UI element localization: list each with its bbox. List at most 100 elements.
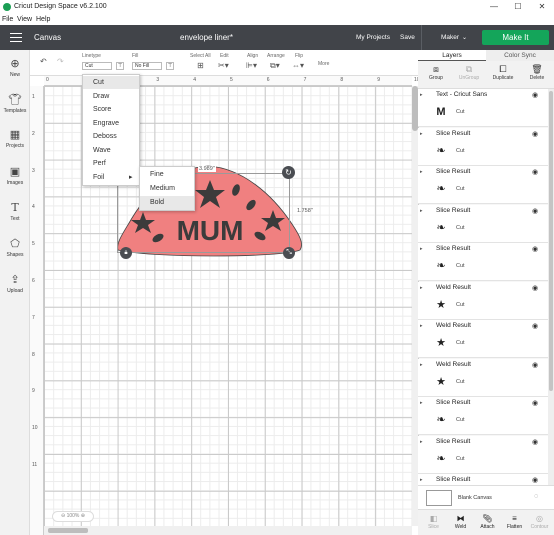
scrollbar-thumb[interactable]: [48, 528, 88, 533]
expand-chevron-icon[interactable]: ▸: [420, 477, 423, 483]
contour-button[interactable]: ◎ Contour: [526, 513, 553, 530]
eye-icon[interactable]: ◉: [532, 438, 538, 446]
edit-icon[interactable]: ✂▾: [218, 61, 229, 70]
layer-row[interactable]: ▸ Slice Result ◉ ❧ Cut: [418, 243, 548, 282]
blank-canvas-row[interactable]: Blank Canvas ◌: [418, 485, 554, 509]
ungroup-button[interactable]: ⧉ UnGroup: [454, 63, 484, 81]
sidebar-item-templates[interactable]: 👕︎ Templates: [0, 94, 30, 114]
tab-color-sync[interactable]: Color Sync: [486, 50, 554, 61]
eye-icon[interactable]: ◉: [532, 322, 538, 330]
foil-option-bold[interactable]: Bold: [140, 196, 194, 210]
layer-row[interactable]: ▸ Slice Result ◉ ❧ Cut: [418, 435, 548, 474]
lock-icon[interactable]: 🔒︎: [120, 247, 132, 259]
canvas-swatch[interactable]: [426, 490, 452, 506]
layer-row[interactable]: ▸ Weld Result ◉ ★ Cut: [418, 281, 548, 320]
eye-icon[interactable]: ◉: [532, 361, 538, 369]
expand-chevron-icon[interactable]: ▸: [420, 285, 423, 291]
layer-row[interactable]: ▸ Slice Result ◉ ❧ Cut: [418, 397, 548, 436]
hamburger-menu-icon[interactable]: [10, 33, 22, 42]
leaf-icon: ❧: [436, 414, 446, 426]
layer-row[interactable]: ▸ Weld Result ◉ ★ Cut: [418, 358, 548, 397]
linetype-option-deboss[interactable]: Deboss: [83, 130, 139, 143]
chevron-down-icon[interactable]: ⌄: [462, 34, 467, 41]
weld-button[interactable]: ⧓ Weld: [447, 513, 474, 530]
canvas-horizontal-scrollbar[interactable]: [44, 526, 412, 535]
linetype-option-engrave[interactable]: Engrave: [83, 117, 139, 130]
expand-chevron-icon[interactable]: ▸: [420, 208, 423, 214]
undo-icon[interactable]: ↶: [40, 57, 47, 66]
layer-row[interactable]: ▸ Weld Result ◉ ★ Cut: [418, 320, 548, 359]
expand-chevron-icon[interactable]: ▸: [420, 362, 423, 368]
layer-row[interactable]: ▸ Slice Result ◉ ❧ Cut: [418, 166, 548, 205]
linetype-option-foil[interactable]: Foil ▸: [83, 171, 139, 184]
linetype-swatch[interactable]: ⊤: [116, 62, 124, 70]
expand-chevron-icon[interactable]: ▸: [420, 131, 423, 137]
foil-option-fine[interactable]: Fine: [140, 168, 194, 182]
eye-icon[interactable]: ◉: [532, 284, 538, 292]
duplicate-button[interactable]: ⧠ Duplicate: [488, 63, 518, 81]
attach-button[interactable]: 📎︎ Attach: [474, 513, 501, 530]
linetype-select[interactable]: Cut: [82, 62, 112, 70]
align-icon[interactable]: ⊫▾: [246, 61, 257, 70]
layer-row[interactable]: ▸ Text - Cricut Sans ◉ M Cut: [418, 89, 548, 128]
delete-button[interactable]: 🗑︎ Delete: [522, 63, 552, 81]
select-all-icon[interactable]: ⊞: [197, 61, 204, 70]
my-projects-button[interactable]: My Projects: [356, 34, 390, 41]
layers-scrollbar[interactable]: [548, 89, 554, 485]
layer-row[interactable]: ▸ Slice Result ◉ ❧ Cut: [418, 127, 548, 166]
sidebar-item-upload[interactable]: ⇪ Upload: [0, 274, 30, 294]
flatten-button[interactable]: ≡ Flatten: [501, 513, 528, 530]
rotate-handle-icon[interactable]: ↻: [282, 166, 295, 179]
expand-chevron-icon[interactable]: ▸: [420, 439, 423, 445]
eye-icon[interactable]: ◉: [532, 168, 538, 176]
fill-swatch[interactable]: ⊤: [166, 62, 174, 70]
tab-layers[interactable]: Layers: [418, 50, 486, 61]
scrollbar-thumb[interactable]: [549, 91, 553, 391]
width-dimension: 3.989": [198, 166, 216, 172]
expand-chevron-icon[interactable]: ▸: [420, 323, 423, 329]
zoom-control[interactable]: ⊖ 100% ⊕: [52, 511, 94, 522]
more-button[interactable]: More: [318, 61, 329, 67]
maximize-button[interactable]: ☐: [508, 0, 528, 14]
close-window-button[interactable]: ✕: [532, 0, 552, 14]
eye-icon[interactable]: ◉: [532, 130, 538, 138]
redo-icon[interactable]: ↷: [57, 57, 64, 66]
flip-icon[interactable]: ⇔▾: [292, 61, 304, 70]
expand-chevron-icon[interactable]: ▸: [420, 246, 423, 252]
eye-icon[interactable]: ◉: [532, 245, 538, 253]
linetype-option-cut[interactable]: Cut: [83, 76, 139, 90]
sidebar-item-shapes[interactable]: ⬠ Shapes: [0, 238, 30, 258]
eye-icon[interactable]: ◉: [532, 399, 538, 407]
menu-help[interactable]: Help: [36, 14, 50, 25]
eye-icon[interactable]: ◉: [532, 207, 538, 215]
linetype-option-wave[interactable]: Wave: [83, 144, 139, 157]
sidebar-item-projects[interactable]: ▦ Projects: [0, 129, 30, 149]
linetype-option-draw[interactable]: Draw: [83, 90, 139, 103]
sidebar-item-new[interactable]: ⊕ New: [0, 58, 30, 78]
eye-icon[interactable]: ◉: [532, 476, 538, 484]
make-it-button[interactable]: Make It: [482, 30, 549, 45]
arrange-icon[interactable]: ⧉▾: [270, 61, 280, 71]
zoom-in-icon[interactable]: ⊕: [79, 513, 85, 519]
fill-select[interactable]: No Fill: [132, 62, 162, 70]
eye-hidden-icon[interactable]: ◌: [534, 493, 538, 500]
slice-button[interactable]: ◧ Slice: [420, 513, 447, 530]
sidebar-item-text[interactable]: T Text: [0, 202, 30, 223]
foil-option-medium[interactable]: Medium: [140, 182, 194, 196]
menu-view[interactable]: View: [17, 14, 32, 25]
menu-file[interactable]: File: [2, 14, 13, 25]
project-name[interactable]: envelope liner*: [180, 33, 233, 42]
linetype-option-perf[interactable]: Perf: [83, 157, 139, 170]
minimize-button[interactable]: —: [484, 0, 504, 14]
linetype-option-score[interactable]: Score: [83, 103, 139, 116]
layer-row[interactable]: ▸ Slice Result ◉ ❧ Cut: [418, 204, 548, 243]
group-button[interactable]: ⧈ Group: [421, 63, 451, 81]
save-button[interactable]: Save: [400, 34, 415, 41]
expand-chevron-icon[interactable]: ▸: [420, 400, 423, 406]
eye-icon[interactable]: ◉: [532, 91, 538, 99]
machine-select[interactable]: Maker: [441, 34, 459, 41]
expand-chevron-icon[interactable]: ▸: [420, 92, 423, 98]
resize-handle-icon[interactable]: ⤡: [283, 247, 295, 259]
expand-chevron-icon[interactable]: ▸: [420, 169, 423, 175]
sidebar-item-images[interactable]: ▣ Images: [0, 166, 30, 186]
